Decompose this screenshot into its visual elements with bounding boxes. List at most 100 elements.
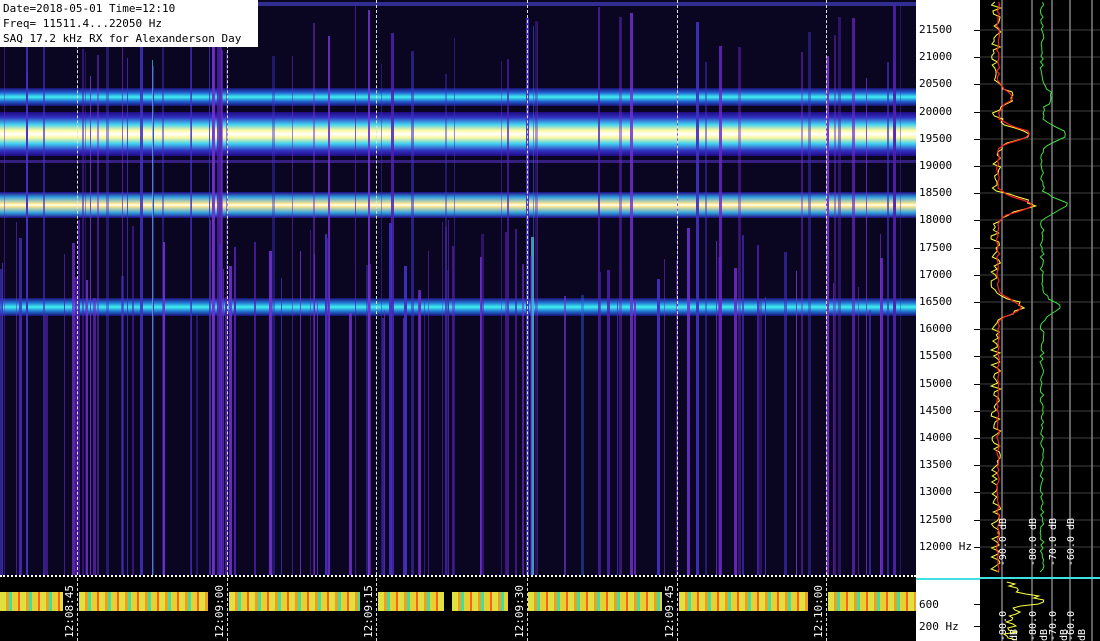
sferic-line <box>2 263 3 575</box>
sferic-line <box>617 301 618 575</box>
sferic-line <box>389 223 392 575</box>
db-scale-label: -70.0 dB <box>1048 518 1059 567</box>
sferic-line <box>152 60 153 575</box>
sferic-line <box>272 56 275 575</box>
sferic-line <box>93 298 96 575</box>
sferic-line <box>411 51 414 575</box>
sferic-line <box>281 278 282 575</box>
freq-tick-label: 13500 <box>919 458 953 471</box>
db-scale-label: -80.0 dB <box>1028 518 1039 567</box>
sferic-line <box>97 55 99 575</box>
sferic-line <box>481 234 484 575</box>
freq-tick-label: 13000 <box>919 485 953 498</box>
sferic-line <box>757 245 759 575</box>
sferic-line <box>657 279 660 575</box>
sferic-line <box>45 315 48 575</box>
signal-band-16400 <box>0 298 916 316</box>
sferic-line <box>581 295 584 575</box>
sferic-line <box>355 2 356 575</box>
freq-tick-label: 18500 <box>919 186 953 199</box>
lower-signal-segment <box>378 592 444 611</box>
sferic-line <box>784 252 787 575</box>
sferic-line <box>229 266 232 575</box>
sferic-line <box>742 235 744 575</box>
spectrum-trace-green <box>1039 1 1068 573</box>
sferic-line <box>384 310 385 575</box>
freq-tick-label: 200 Hz <box>919 620 959 633</box>
time-tick-2 <box>227 578 228 641</box>
sferic-line <box>900 5 901 575</box>
lower-signal-segment <box>528 592 662 611</box>
sferic-line <box>26 24 28 575</box>
lower-signal-segment <box>0 592 64 611</box>
sferic-line <box>448 220 449 575</box>
sferic-line <box>696 22 699 575</box>
time-tick-1 <box>77 578 78 641</box>
sferic-line <box>716 241 717 575</box>
sferic-line <box>4 21 5 575</box>
split-divider <box>0 575 916 577</box>
sferic-line <box>127 58 128 575</box>
sferic-line <box>452 246 454 575</box>
freq-tick-label: 16000 <box>919 322 953 335</box>
freq-tick-label: 21500 <box>919 23 953 36</box>
time-grid-5 <box>677 0 678 575</box>
sferic-line <box>507 59 509 575</box>
lower-signal-segment <box>79 592 208 611</box>
freq-tick-label: 18000 <box>919 213 953 226</box>
lower-signal-segment <box>679 592 808 611</box>
sferic-line <box>328 236 329 575</box>
sferic-line <box>163 242 165 575</box>
sferic-line <box>866 78 867 575</box>
freq-tick-label: 14000 <box>919 431 953 444</box>
freq-tick-label: 21000 <box>919 50 953 63</box>
waterfall-spectrogram[interactable] <box>0 0 916 575</box>
sferic-line <box>43 25 45 575</box>
sferic-line <box>505 232 507 575</box>
lower-signal-segment <box>452 592 508 611</box>
sferic-line <box>419 293 421 575</box>
sferic-line <box>765 297 766 575</box>
sferic-line <box>719 46 722 575</box>
sferic-line <box>705 62 707 575</box>
db-scale-label: -60.0 dB <box>1066 610 1088 641</box>
sferic-line <box>869 310 871 575</box>
sferic-line <box>90 76 91 575</box>
sferic-line <box>325 234 327 575</box>
time-label: 12:08:45 <box>63 584 76 639</box>
frequency-axis: 21500 21000 20500 20000 19500 19000 18500 18000… <box>916 0 980 641</box>
time-grid-6 <box>826 0 827 575</box>
freq-tick-label: 19500 <box>919 132 953 145</box>
freq-tick-label: 15000 <box>919 377 953 390</box>
sferic-line <box>209 11 210 575</box>
time-tick-5 <box>677 578 678 641</box>
sferic-line <box>796 271 797 575</box>
time-grid-4 <box>527 0 528 575</box>
sferic-line <box>349 313 352 575</box>
sferic-line <box>428 251 429 575</box>
freq-tick-label: 19000 <box>919 159 953 172</box>
time-tick-3 <box>376 578 377 641</box>
sferic-line <box>196 315 198 575</box>
lower-waterfall-strip[interactable]: 12:08:45 12:09:00 12:09:15 12:09:30 12:0… <box>0 578 916 641</box>
sferic-line <box>210 220 211 575</box>
time-label: 12:09:00 <box>213 584 226 639</box>
sferic-line <box>630 13 633 575</box>
sferic-line <box>404 266 407 575</box>
freq-tick-label: 12500 <box>919 513 953 526</box>
sferic-line <box>801 52 803 575</box>
sferic-line <box>234 247 236 575</box>
sferic-line <box>664 259 665 575</box>
sferic-line <box>445 74 447 575</box>
sferic-line <box>738 47 741 575</box>
sferic-line <box>254 242 256 575</box>
lower-signal-segment <box>229 592 360 611</box>
sferic-line <box>424 302 425 575</box>
sferic-line <box>454 38 455 575</box>
time-label: 12:09:15 <box>362 584 375 639</box>
sferic-line <box>759 299 762 575</box>
sferic-line <box>269 251 272 575</box>
sferic-line <box>530 256 532 575</box>
sferic-line <box>212 31 215 575</box>
freq-tick-label: 17500 <box>919 241 953 254</box>
